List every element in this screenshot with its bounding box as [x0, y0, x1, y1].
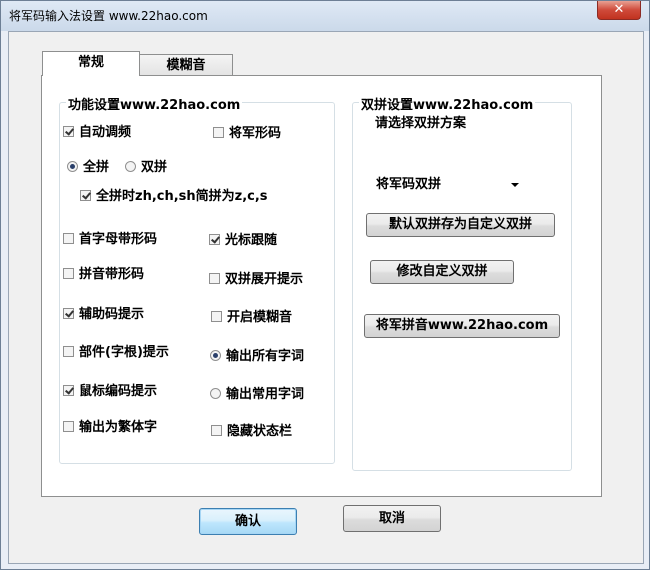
full-pinyin-abbrev-check-box[interactable] — [80, 190, 91, 201]
ok-button[interactable]: 确认 — [199, 508, 297, 535]
output-common-words-radio-button[interactable] — [210, 388, 221, 399]
aux-code-hint-checkbox[interactable]: 辅助码提示 — [63, 306, 144, 324]
output-all-words-radio-button[interactable] — [210, 350, 221, 361]
feature-settings-group: 功能设置www.22hao.com 自动调频 将军形码 全拼 双拼 全拼时zh,… — [59, 94, 335, 464]
double-pinyin-scheme-select[interactable]: 将军码双拼 — [369, 174, 524, 196]
tab-general[interactable]: 常规 — [42, 51, 140, 76]
mouse-code-hint-label: 鼠标编码提示 — [79, 384, 158, 399]
double-expand-hint-label: 双拼展开提示 — [225, 272, 304, 287]
enable-fuzzy-label: 开启模糊音 — [227, 310, 293, 325]
output-common-words-radio[interactable]: 输出常用字词 — [210, 386, 304, 404]
component-hint-label: 部件(字根)提示 — [79, 345, 169, 360]
full-pinyin-abbrev-label: 全拼时zh,ch,sh简拼为z,c,s — [96, 189, 268, 204]
tab-fuzzy-sound[interactable]: 模糊音 — [139, 54, 233, 77]
scheme-prompt: 请选择双拼方案 — [375, 116, 467, 131]
mouse-code-hint-checkbox[interactable]: 鼠标编码提示 — [63, 383, 157, 401]
full-pinyin-radio[interactable]: 全拼 — [67, 159, 109, 177]
double-pinyin-radio[interactable]: 双拼 — [125, 159, 167, 177]
initial-shape-label: 首字母带形码 — [79, 232, 158, 247]
title-bar[interactable]: 将军码输入法设置 www.22hao.com ✕ — [1, 1, 649, 31]
jiangjun-pinyin-button[interactable]: 将军拼音www.22hao.com — [364, 314, 560, 338]
initial-shape-checkbox[interactable]: 首字母带形码 — [63, 231, 157, 249]
edit-custom-button[interactable]: 修改自定义双拼 — [370, 260, 514, 284]
settings-window: 将军码输入法设置 www.22hao.com ✕ 常规 模糊音 功能设置www.… — [0, 0, 650, 570]
full-pinyin-label: 全拼 — [83, 160, 110, 175]
hide-status-bar-checkbox[interactable]: 隐藏状态栏 — [211, 423, 292, 441]
pinyin-shape-check-box[interactable] — [63, 268, 74, 279]
initial-shape-check-box[interactable] — [63, 233, 74, 244]
full-pinyin-radio-button[interactable] — [67, 161, 78, 172]
hide-status-bar-check-box[interactable] — [211, 425, 222, 436]
feature-settings-title: 功能设置www.22hao.com — [66, 94, 243, 113]
output-all-words-label: 输出所有字词 — [226, 349, 305, 364]
jiangjun-shape-checkbox[interactable]: 将军形码 — [213, 125, 281, 143]
pinyin-shape-label: 拼音带形码 — [79, 267, 145, 282]
save-as-custom-button[interactable]: 默认双拼存为自定义双拼 — [366, 213, 555, 237]
enable-fuzzy-check-box[interactable] — [211, 311, 222, 322]
hide-status-bar-label: 隐藏状态栏 — [227, 424, 293, 439]
window-title: 将军码输入法设置 www.22hao.com — [9, 9, 208, 23]
double-pinyin-settings-title: 双拼设置www.22hao.com — [359, 94, 536, 113]
dialog-body: 常规 模糊音 功能设置www.22hao.com 自动调频 将军形码 全拼 双拼 — [8, 31, 644, 564]
double-pinyin-label: 双拼 — [141, 160, 168, 175]
auto-freq-check-box[interactable] — [63, 126, 74, 137]
chevron-down-icon — [511, 183, 519, 187]
cursor-follow-check-box[interactable] — [209, 234, 220, 245]
cursor-follow-checkbox[interactable]: 光标跟随 — [209, 232, 277, 250]
double-expand-hint-check-box[interactable] — [209, 273, 220, 284]
tab-panel-general: 功能设置www.22hao.com 自动调频 将军形码 全拼 双拼 全拼时zh,… — [41, 75, 602, 497]
close-button[interactable]: ✕ — [597, 1, 641, 20]
jiangjun-shape-label: 将军形码 — [229, 126, 282, 141]
traditional-output-checkbox[interactable]: 输出为繁体字 — [63, 419, 157, 437]
cancel-button[interactable]: 取消 — [343, 505, 441, 532]
mouse-code-hint-check-box[interactable] — [63, 385, 74, 396]
double-pinyin-settings-group: 双拼设置www.22hao.com 请选择双拼方案 — [352, 94, 572, 471]
full-pinyin-abbrev-checkbox[interactable]: 全拼时zh,ch,sh简拼为z,c,s — [80, 188, 268, 206]
component-hint-check-box[interactable] — [63, 346, 74, 357]
close-icon: ✕ — [613, 2, 625, 17]
aux-code-hint-check-box[interactable] — [63, 308, 74, 319]
component-hint-checkbox[interactable]: 部件(字根)提示 — [63, 344, 169, 362]
output-all-words-radio[interactable]: 输出所有字词 — [210, 348, 304, 366]
double-pinyin-radio-button[interactable] — [125, 161, 136, 172]
auto-freq-checkbox[interactable]: 自动调频 — [63, 124, 131, 142]
aux-code-hint-label: 辅助码提示 — [79, 307, 145, 322]
output-common-words-label: 输出常用字词 — [226, 387, 305, 402]
traditional-output-check-box[interactable] — [63, 421, 74, 432]
auto-freq-label: 自动调频 — [79, 125, 132, 140]
traditional-output-label: 输出为繁体字 — [79, 420, 158, 435]
jiangjun-shape-check-box[interactable] — [213, 127, 224, 138]
pinyin-shape-checkbox[interactable]: 拼音带形码 — [63, 266, 144, 284]
cursor-follow-label: 光标跟随 — [225, 233, 278, 248]
scheme-select-value: 将军码双拼 — [376, 177, 442, 192]
enable-fuzzy-checkbox[interactable]: 开启模糊音 — [211, 309, 292, 327]
double-expand-hint-checkbox[interactable]: 双拼展开提示 — [209, 271, 303, 289]
